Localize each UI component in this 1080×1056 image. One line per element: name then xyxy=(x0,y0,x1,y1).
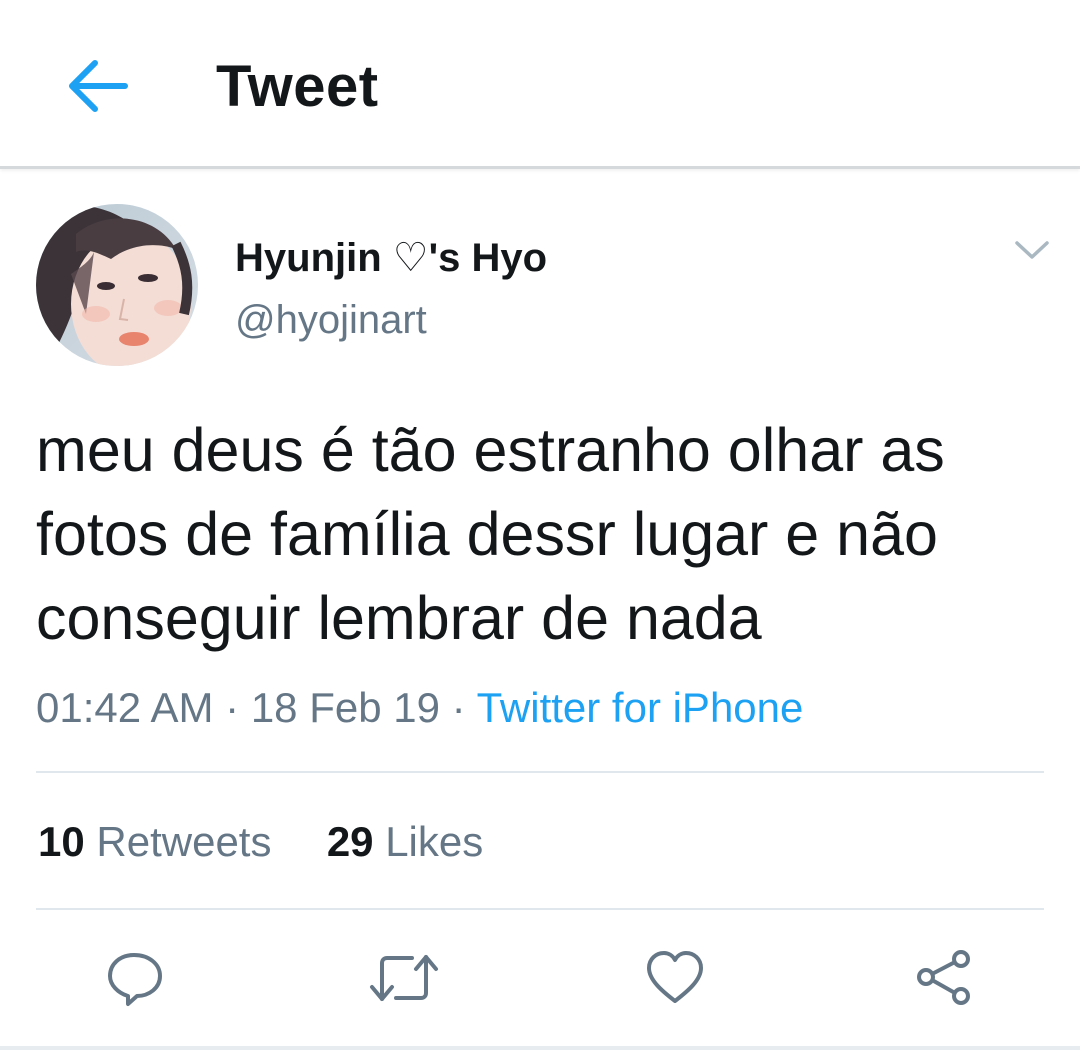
avatar-image xyxy=(36,204,198,366)
retweets-label: Retweets xyxy=(96,818,272,865)
back-button[interactable] xyxy=(56,46,136,126)
likes-label: Likes xyxy=(385,818,484,865)
page-title: Tweet xyxy=(216,54,379,119)
tweet-time: 01:42 AM xyxy=(36,684,214,731)
like-button[interactable] xyxy=(639,946,711,1010)
retweet-icon xyxy=(370,955,438,1001)
retweets-stat[interactable]: 10 Retweets xyxy=(38,818,271,865)
user-handle[interactable]: @hyojinart xyxy=(235,296,427,344)
divider xyxy=(36,908,1044,910)
share-icon xyxy=(917,950,970,1005)
tweet-text: meu deus é tão estranho olhar as fotos d… xyxy=(36,416,945,652)
tweet-menu-button[interactable] xyxy=(1008,226,1056,274)
bottom-divider xyxy=(0,1046,1080,1050)
avatar[interactable] xyxy=(36,204,198,366)
retweet-button[interactable] xyxy=(368,946,440,1010)
chevron-down-icon xyxy=(1015,241,1049,259)
like-icon xyxy=(647,951,703,1003)
divider xyxy=(36,771,1044,773)
tweet-stats: 10 Retweets 29 Likes xyxy=(38,816,483,868)
meta-separator: · xyxy=(451,684,466,731)
likes-count: 29 xyxy=(326,818,374,865)
arrow-left-icon xyxy=(69,60,128,112)
reply-button[interactable] xyxy=(99,946,171,1010)
retweets-count: 10 xyxy=(38,818,85,865)
top-bar: Tweet xyxy=(0,0,1080,169)
share-button[interactable] xyxy=(908,946,980,1010)
tweet-source-link[interactable]: Twitter for iPhone xyxy=(477,684,804,731)
meta-separator: · xyxy=(225,684,240,731)
reply-icon xyxy=(108,953,162,1006)
likes-stat[interactable]: 29 Likes xyxy=(327,818,483,865)
tweet-meta: 01:42 AM · 18 Feb 19 · Twitter for iPhon… xyxy=(36,682,803,734)
display-name[interactable]: Hyunjin ♡'s Hyo xyxy=(235,234,547,282)
tweet-date: 18 Feb 19 xyxy=(250,684,440,731)
